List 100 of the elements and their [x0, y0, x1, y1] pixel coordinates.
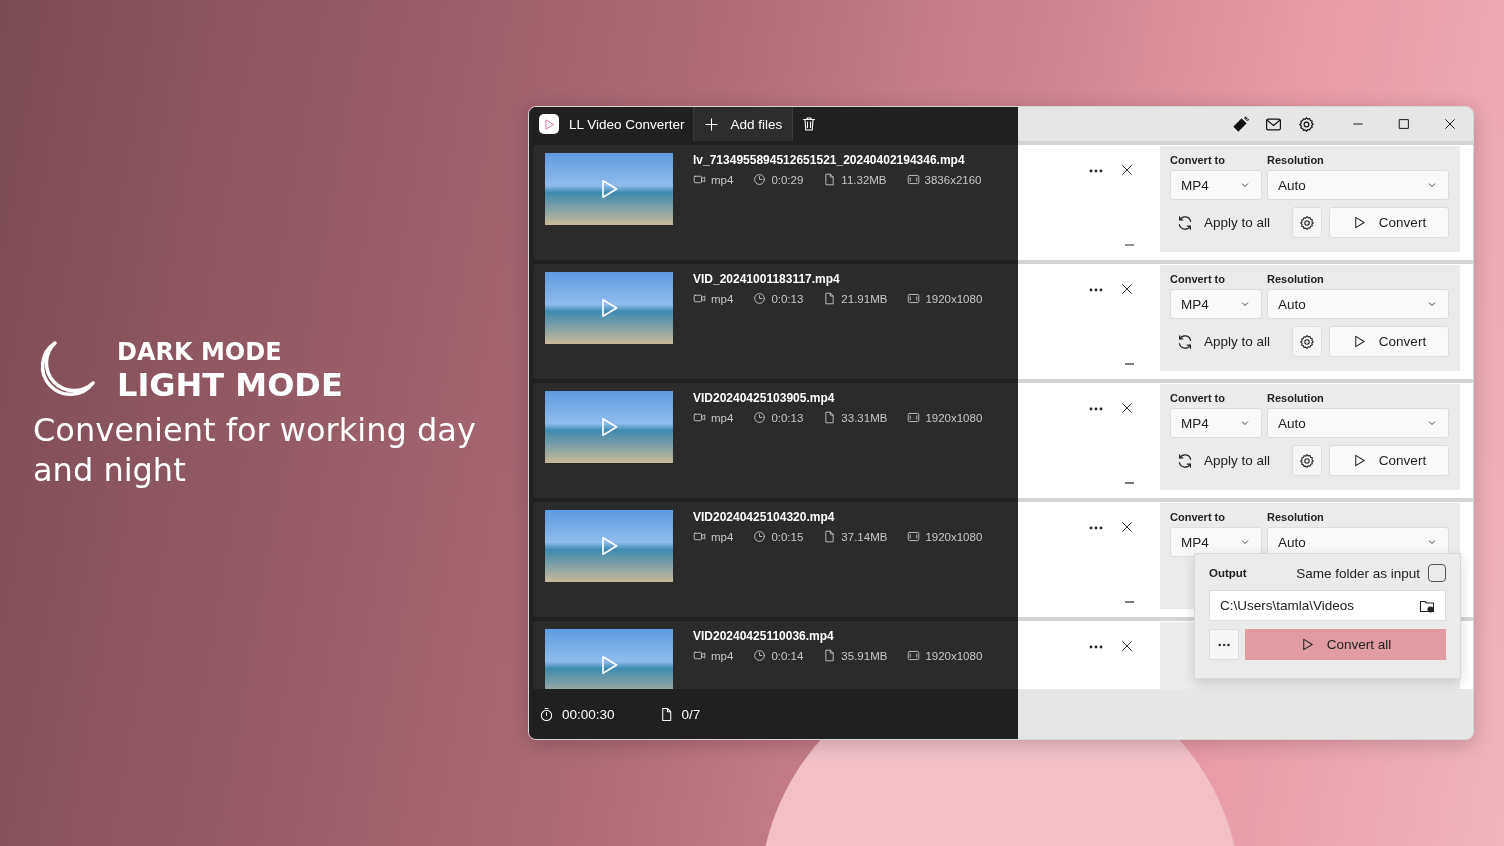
- apply-to-all-button[interactable]: Apply to all: [1170, 207, 1292, 238]
- video-icon: [693, 649, 706, 662]
- resolution-icon: [907, 530, 921, 543]
- file-icon: [823, 173, 837, 186]
- video-icon: [693, 292, 706, 305]
- add-files-button[interactable]: Add files: [692, 107, 794, 141]
- close-icon: [1120, 282, 1134, 296]
- convert-all-button[interactable]: Convert all: [1245, 629, 1446, 660]
- size-text: 35.91MB: [841, 649, 888, 662]
- dimensions-text: 1920x1080: [925, 530, 983, 543]
- format-dropdown[interactable]: MP4: [1170, 170, 1262, 200]
- size-text: 11.32MB: [841, 173, 887, 186]
- trash-icon: [801, 116, 818, 132]
- convert-button[interactable]: Convert: [1329, 445, 1449, 476]
- settings-icon: [1299, 333, 1315, 350]
- tagline: Convenient for working day and night: [33, 410, 477, 490]
- sync-icon: [1176, 332, 1194, 351]
- format-text: mp4: [711, 530, 734, 543]
- video-thumbnail[interactable]: [545, 391, 673, 463]
- close-icon: [1443, 117, 1457, 131]
- plus-icon: [703, 116, 719, 132]
- resolution-icon: [906, 173, 920, 186]
- format-dropdown[interactable]: MP4: [1170, 289, 1262, 319]
- format-text: mp4: [711, 411, 734, 424]
- convert-button[interactable]: Convert: [1329, 326, 1449, 357]
- settings-button[interactable]: [1292, 445, 1322, 476]
- video-thumbnail[interactable]: [545, 510, 673, 582]
- clock-icon: [753, 292, 767, 305]
- close-icon: [1120, 520, 1134, 534]
- light-mode-heading: LIGHT MODE: [117, 366, 343, 404]
- resolution-label: Resolution: [1267, 511, 1325, 523]
- size-text: 33.31MB: [841, 411, 888, 424]
- video-icon: [693, 411, 706, 424]
- same-folder-checkbox[interactable]: [1428, 564, 1446, 582]
- resolution-icon: [907, 649, 921, 662]
- format-text: mp4: [711, 649, 734, 662]
- settings-icon: [1299, 214, 1315, 231]
- file-name: VID20240425104320.mp4: [693, 510, 836, 524]
- resolution-dropdown[interactable]: Auto: [1267, 170, 1449, 200]
- duration-text: 0:0:13: [771, 292, 804, 305]
- dimensions-text: 3836x2160: [924, 173, 982, 186]
- settings-button[interactable]: [1292, 326, 1322, 357]
- dimensions-text: 1920x1080: [925, 292, 983, 305]
- clock-icon: [753, 411, 767, 424]
- dimensions-text: 1920x1080: [925, 649, 983, 662]
- sync-icon: [1176, 213, 1194, 232]
- elapsed-time: 00:00:30: [562, 706, 615, 722]
- sync-icon: [1176, 451, 1194, 470]
- format-text: mp4: [711, 173, 734, 186]
- duration-text: 0:0:15: [771, 530, 804, 543]
- format-dropdown[interactable]: MP4: [1170, 408, 1262, 438]
- settings-button[interactable]: [1292, 207, 1322, 238]
- window-title: LL Video Converter: [569, 116, 685, 132]
- minus-icon: [1125, 601, 1134, 603]
- format-text: mp4: [711, 292, 734, 305]
- resolution-dropdown[interactable]: Auto: [1267, 408, 1449, 438]
- close-icon: [1120, 639, 1134, 653]
- file-icon: [823, 292, 837, 305]
- output-path-field[interactable]: C:\Users\tamla\Videos: [1209, 590, 1446, 621]
- output-label: Output: [1209, 567, 1247, 579]
- size-text: 37.14MB: [841, 530, 888, 543]
- duration-text: 0:0:13: [771, 411, 804, 424]
- format-dropdown[interactable]: MP4: [1170, 527, 1262, 557]
- resolution-label: Resolution: [1267, 273, 1325, 285]
- file-icon: [823, 530, 837, 543]
- clock-icon: [753, 530, 767, 543]
- convert-to-label: Convert to: [1170, 511, 1226, 523]
- file-name: VID20240425103905.mp4: [693, 391, 836, 405]
- convert-button[interactable]: Convert: [1329, 207, 1449, 238]
- minus-icon: [1125, 363, 1134, 365]
- video-thumbnail[interactable]: [545, 153, 673, 225]
- apply-to-all-button[interactable]: Apply to all: [1170, 326, 1292, 357]
- resolution-dropdown[interactable]: Auto: [1267, 289, 1449, 319]
- file-name: VID_20241001183117.mp4: [693, 272, 841, 286]
- video-icon: [693, 530, 706, 543]
- clock-icon: [753, 649, 767, 662]
- file-name: lv_7134955894512651521_20240402194346.mp4: [693, 153, 966, 167]
- convert-to-label: Convert to: [1170, 392, 1226, 404]
- convert-to-label: Convert to: [1170, 154, 1226, 166]
- settings-icon: [1299, 452, 1315, 469]
- convert-to-label: Convert to: [1170, 273, 1226, 285]
- file-icon: [823, 411, 837, 424]
- resolution-icon: [907, 411, 921, 424]
- dark-mode-heading: DARK MODE: [117, 338, 283, 366]
- resolution-label: Resolution: [1267, 392, 1325, 404]
- close-icon: [1120, 163, 1134, 177]
- video-thumbnail[interactable]: [545, 629, 673, 689]
- dimensions-text: 1920x1080: [925, 411, 983, 424]
- apply-to-all-button[interactable]: Apply to all: [1170, 445, 1292, 476]
- resolution-label: Resolution: [1267, 154, 1325, 166]
- video-thumbnail[interactable]: [545, 272, 673, 344]
- settings-icon: [1298, 115, 1315, 133]
- file-name: VID20240425110036.mp4: [693, 629, 835, 643]
- timer-icon: [539, 706, 554, 722]
- file-count: 0/7: [681, 706, 701, 722]
- minus-icon: [1125, 244, 1134, 246]
- size-text: 21.91MB: [841, 292, 888, 305]
- video-icon: [693, 173, 706, 186]
- close-icon: [1120, 401, 1134, 415]
- duration-text: 0:0:29: [771, 173, 804, 186]
